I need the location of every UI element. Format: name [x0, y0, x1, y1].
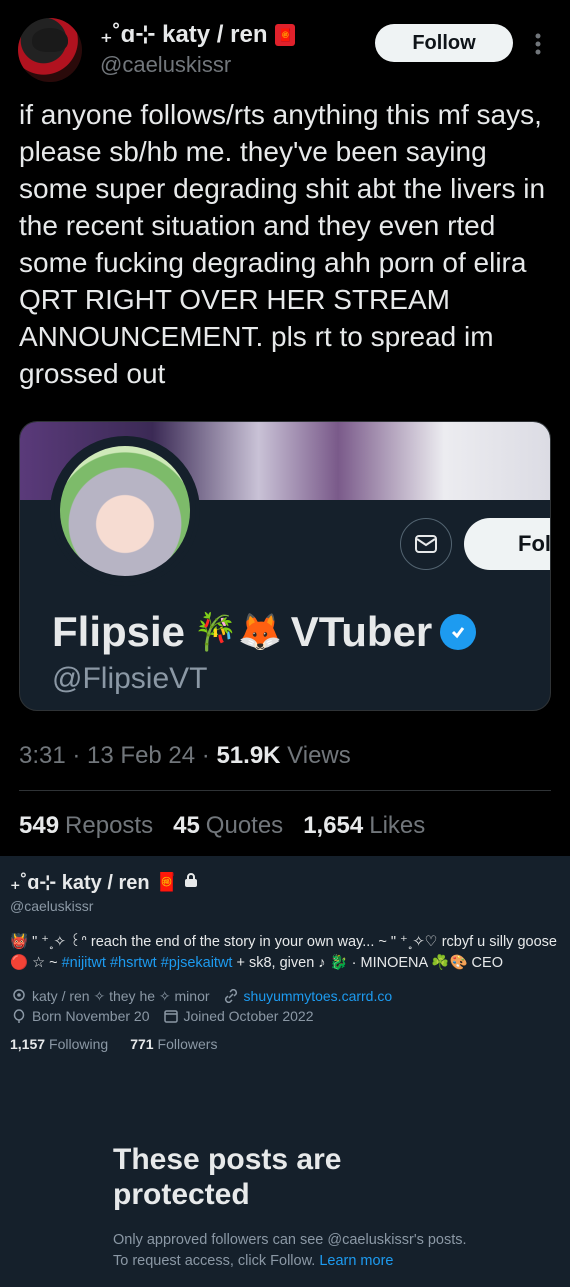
- likes-stat[interactable]: 1,654 Likes: [303, 812, 425, 840]
- follow-button[interactable]: Follow: [375, 24, 513, 62]
- followers-label: Followers: [157, 1036, 218, 1052]
- divider: [19, 790, 551, 791]
- verified-badge-icon: [440, 614, 477, 650]
- reposts-count: 549: [19, 812, 60, 839]
- bio-line-2: 🔴 ☆ ~ #nijitwt #hsrtwt #pjsekaitwt + sk8…: [10, 953, 566, 974]
- balloon-icon: [13, 1009, 25, 1023]
- profile-meta: katy / ren ✧ they he ✧ minor shuyummytoe…: [12, 986, 392, 1026]
- profile-card[interactable]: Foll Flipsie 🎋🦊 VTuber @FlipsieVT: [19, 421, 551, 711]
- following-count: 1,157: [10, 1036, 46, 1052]
- card-avatar[interactable]: [50, 436, 200, 586]
- profile-bio: 👹 " ⁺˳✧ ꒰ᐢ reach the end of the story in…: [10, 932, 566, 974]
- views-count: 51.9K: [216, 742, 281, 769]
- tweet: ₊˚ɑ⊹ katy / ren 🧧 @caeluskissr Follow if…: [0, 0, 570, 856]
- reposts-stat[interactable]: 549 Reposts: [19, 812, 153, 840]
- likes-label: Likes: [369, 812, 426, 839]
- card-name-text: Flipsie: [52, 608, 186, 655]
- quotes-stat[interactable]: 45 Quotes: [173, 812, 283, 840]
- tweet-meta: 3:31 · 13 Feb 24 · 51.9K Views: [19, 742, 351, 770]
- views-label: Views: [280, 742, 351, 769]
- following-link[interactable]: 1,157 Following: [10, 1036, 108, 1052]
- tweet-time[interactable]: 3:31 · 13 Feb 24 ·: [19, 742, 216, 769]
- quotes-label: Quotes: [205, 812, 284, 839]
- learn-more-link[interactable]: Learn more: [319, 1253, 393, 1269]
- message-button[interactable]: [400, 518, 452, 570]
- protected-title: These posts are protected: [113, 1143, 342, 1211]
- location-icon: [13, 989, 25, 1001]
- card-handle[interactable]: @FlipsieVT: [52, 662, 207, 696]
- followers-count: 771: [130, 1036, 154, 1052]
- card-name-suffix: VTuber: [290, 608, 433, 655]
- following-label: Following: [49, 1036, 109, 1052]
- bio-suffix: + sk8, given ♪ 🐉 · MINOENA ☘️🎨 CEO: [232, 955, 503, 971]
- protected-notice: These posts are protected Only approved …: [113, 1142, 473, 1272]
- bio-line-1: 👹 " ⁺˳✧ ꒰ᐢ reach the end of the story in…: [10, 934, 557, 950]
- protected-text: Only approved followers can see @caelusk…: [113, 1230, 473, 1272]
- profile-follow-counts: 1,157 Following 771 Followers: [10, 1036, 217, 1052]
- reposts-label: Reposts: [65, 812, 154, 839]
- profile-name-row: ₊˚ɑ⊹ katy / ren 🧧: [10, 870, 198, 895]
- profile-display-name: ₊˚ɑ⊹ katy / ren: [10, 872, 150, 894]
- profile-website-link[interactable]: shuyummytoes.carrd.co: [244, 986, 393, 1006]
- red-envelope-icon: 🧧: [275, 23, 296, 46]
- more-vertical-icon[interactable]: [528, 30, 548, 58]
- profile-panel: ₊˚ɑ⊹ katy / ren 🧧 @caeluskissr 👹 " ⁺˳✧ ꒰…: [0, 856, 570, 1287]
- card-display-name[interactable]: Flipsie 🎋🦊 VTuber: [52, 608, 477, 656]
- tweet-stats: 549 Reposts 45 Quotes 1,654 Likes: [19, 812, 425, 840]
- red-envelope-icon: 🧧: [155, 872, 178, 892]
- likes-count: 1,654: [303, 812, 364, 839]
- bio-prefix: 🔴 ☆ ~: [10, 955, 62, 971]
- lock-icon: [184, 872, 198, 893]
- profile-handle: @caeluskissr: [10, 898, 94, 914]
- profile-joined: Joined October 2022: [183, 1008, 314, 1024]
- bamboo-fox-emoji: 🎋🦊: [193, 611, 283, 652]
- author-avatar[interactable]: [18, 18, 82, 82]
- protected-description: Only approved followers can see @caelusk…: [113, 1232, 467, 1269]
- card-avatar-image: [60, 446, 190, 576]
- author-name-row: ₊˚ɑ⊹ katy / ren 🧧: [100, 20, 296, 49]
- author-handle[interactable]: @caeluskissr: [100, 52, 231, 78]
- author-display-name[interactable]: ₊˚ɑ⊹ katy / ren: [100, 20, 267, 49]
- tweet-text: if anyone follows/rts anything this mf s…: [19, 99, 546, 389]
- bio-hashtags[interactable]: #nijitwt #hsrtwt #pjsekaitwt: [62, 955, 233, 971]
- profile-birthday: Born November 20: [32, 1008, 150, 1024]
- link-icon: [224, 989, 237, 1003]
- card-follow-button[interactable]: Foll: [464, 518, 550, 570]
- profile-location: katy / ren ✧ they he ✧ minor: [32, 988, 210, 1004]
- quotes-count: 45: [173, 812, 200, 839]
- mail-icon: [415, 535, 437, 553]
- calendar-icon: [163, 1010, 178, 1023]
- followers-link[interactable]: 771 Followers: [130, 1036, 217, 1052]
